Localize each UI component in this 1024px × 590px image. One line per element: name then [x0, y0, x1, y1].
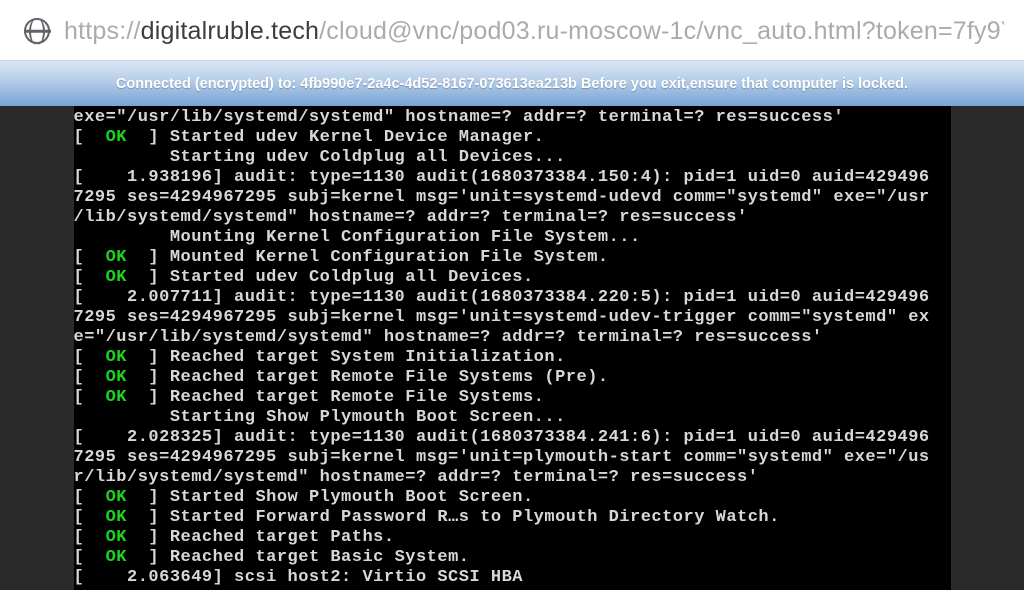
boot-console: exe="/usr/lib/systemd/systemd" hostname=…: [74, 106, 951, 590]
console-line: Starting Show Plymouth Boot Screen...: [74, 408, 951, 428]
status-ok: OK: [106, 128, 127, 147]
console-line: /lib/systemd/systemd" hostname=? addr=? …: [74, 208, 951, 228]
url-scheme: https://: [64, 17, 141, 45]
console-line: 7295 ses=4294967295 subj=kernel msg='uni…: [74, 448, 951, 468]
status-ok: OK: [106, 488, 127, 507]
vnc-status-banner: Connected (encrypted) to: 4fb990e7-2a4c-…: [0, 60, 1024, 106]
console-line: [ OK ] Reached target System Initializat…: [74, 348, 951, 368]
console-line: [ OK ] Started Show Plymouth Boot Screen…: [74, 488, 951, 508]
console-line: [ OK ] Started udev Kernel Device Manage…: [74, 128, 951, 148]
console-line: [ 1.938196] audit: type=1130 audit(16803…: [74, 168, 951, 188]
console-line: 7295 ses=4294967295 subj=kernel msg='uni…: [74, 308, 951, 328]
url-display[interactable]: https://digitalruble.tech/cloud@vnc/pod0…: [64, 17, 1004, 46]
console-line: r/lib/systemd/systemd" hostname=? addr=?…: [74, 468, 951, 488]
status-ok: OK: [106, 268, 127, 287]
globe-icon: [24, 18, 50, 44]
status-ok: OK: [106, 548, 127, 567]
status-ok: OK: [106, 528, 127, 547]
url-host: digitalruble.tech: [141, 17, 320, 45]
console-line: Starting udev Coldplug all Devices...: [74, 148, 951, 168]
status-ok: OK: [106, 348, 127, 367]
console-line: [ OK ] Started Forward Password R…s to P…: [74, 508, 951, 528]
console-line: [ OK ] Started udev Coldplug all Devices…: [74, 268, 951, 288]
browser-address-bar: https://digitalruble.tech/cloud@vnc/pod0…: [0, 0, 1024, 60]
url-path: /cloud@vnc/pod03.ru-moscow-1c/vnc_auto.h…: [319, 17, 1004, 45]
console-line: exe="/usr/lib/systemd/systemd" hostname=…: [74, 108, 951, 128]
status-ok: OK: [106, 368, 127, 387]
console-line: [ 2.063649] scsi host2: Virtio SCSI HBA: [74, 568, 951, 588]
console-line: [ 2.007711] audit: type=1130 audit(16803…: [74, 288, 951, 308]
console-line: 7295 ses=4294967295 subj=kernel msg='uni…: [74, 188, 951, 208]
vnc-viewport[interactable]: exe="/usr/lib/systemd/systemd" hostname=…: [0, 106, 1024, 590]
status-ok: OK: [106, 508, 127, 527]
status-ok: OK: [106, 248, 127, 267]
console-line: [ OK ] Reached target Basic System.: [74, 548, 951, 568]
console-line: Mounting Kernel Configuration File Syste…: [74, 228, 951, 248]
console-line: [ 2.028325] audit: type=1130 audit(16803…: [74, 428, 951, 448]
console-line: e="/usr/lib/systemd/systemd" hostname=? …: [74, 328, 951, 348]
vnc-status-text: Connected (encrypted) to: 4fb990e7-2a4c-…: [116, 76, 908, 92]
console-line: [ OK ] Reached target Paths.: [74, 528, 951, 548]
status-ok: OK: [106, 388, 127, 407]
console-line: [ OK ] Reached target Remote File System…: [74, 388, 951, 408]
console-line: [ OK ] Reached target Remote File System…: [74, 368, 951, 388]
console-line: [ OK ] Mounted Kernel Configuration File…: [74, 248, 951, 268]
